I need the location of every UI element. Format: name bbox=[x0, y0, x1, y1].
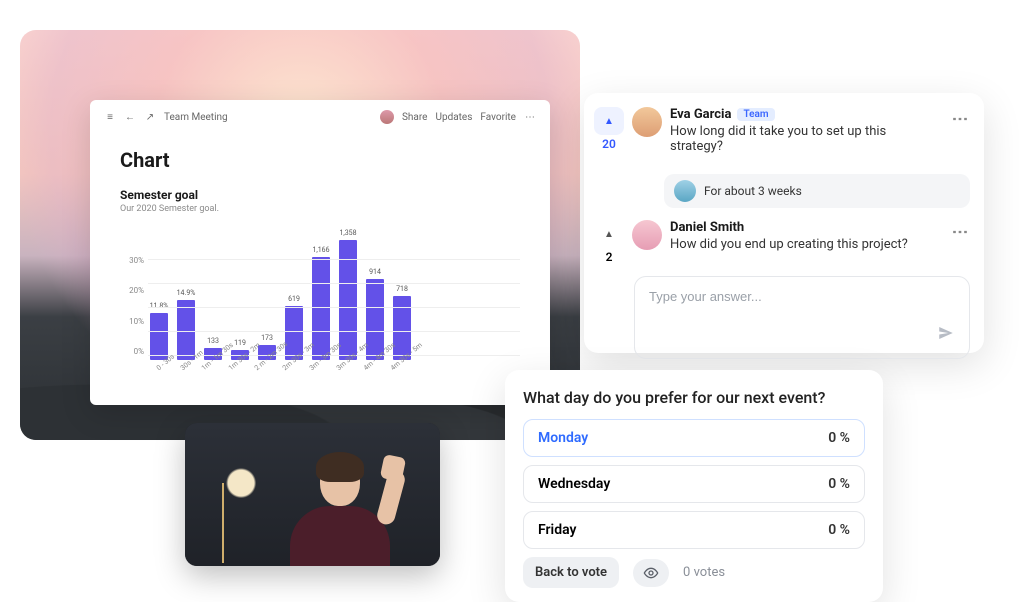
asker-tag: Team bbox=[737, 108, 774, 121]
y-axis: 30% 20% 10% 0% bbox=[120, 256, 148, 376]
bar: 14.9%30s - 1m bbox=[175, 289, 197, 376]
expand-icon[interactable]: ↗ bbox=[144, 112, 156, 123]
view-results-button[interactable] bbox=[633, 559, 669, 587]
bar-rect bbox=[339, 240, 357, 360]
lamp-icon bbox=[222, 483, 224, 563]
bar-value-label: 1,166 bbox=[312, 246, 329, 256]
avatar[interactable] bbox=[632, 107, 662, 137]
breadcrumb[interactable]: Team Meeting bbox=[164, 112, 228, 123]
poll-option-pct: 0 % bbox=[828, 430, 850, 446]
qa-panel: ▲ 20 Eva Garcia Team How long did it tak… bbox=[584, 93, 984, 353]
question-more-icon[interactable]: ⋮ bbox=[945, 220, 970, 264]
poll-option-pct: 0 % bbox=[828, 522, 850, 538]
menu-icon[interactable]: ≡ bbox=[104, 112, 116, 123]
bar-rect bbox=[312, 257, 330, 360]
bar-rect bbox=[177, 300, 195, 360]
bar-chart: 30% 20% 10% 0% 11.8%0 - 30s14.9%30s - 1m 133… bbox=[120, 226, 520, 376]
votes-count: 0 votes bbox=[683, 565, 725, 580]
user-avatar[interactable] bbox=[380, 110, 394, 124]
poll-option-pct: 0 % bbox=[828, 476, 850, 492]
poll-panel: What day do you prefer for our next even… bbox=[505, 370, 883, 602]
bar: 7184m 30s - 5m bbox=[391, 285, 413, 376]
bar-value-label: 14.9% bbox=[177, 289, 196, 299]
asker-name: Eva Garcia bbox=[670, 107, 731, 122]
bar-value-label: 173 bbox=[261, 334, 273, 344]
question-item: ▲ 2 Daniel Smith How did you end up crea… bbox=[594, 220, 970, 264]
bar-value-label: 718 bbox=[396, 285, 408, 295]
presenter bbox=[280, 446, 400, 566]
y-tick: 20% bbox=[129, 286, 144, 295]
send-icon[interactable] bbox=[937, 324, 955, 346]
bar: 1732 m - 2m 30s bbox=[256, 334, 278, 376]
avatar[interactable] bbox=[632, 220, 662, 250]
question-more-icon[interactable]: ⋮ bbox=[945, 107, 970, 154]
asker-name: Daniel Smith bbox=[670, 220, 744, 235]
answer-box bbox=[634, 276, 970, 359]
reply-item: For about 3 weeks bbox=[664, 174, 970, 208]
bar-value-label: 11.8% bbox=[150, 302, 169, 312]
share-button[interactable]: Share bbox=[402, 112, 427, 123]
vote-count: 2 bbox=[606, 250, 613, 264]
chart-title: Semester goal bbox=[120, 188, 520, 202]
reply-text: For about 3 weeks bbox=[704, 184, 802, 198]
chart-subtitle: Our 2020 Semester goal. bbox=[120, 204, 520, 214]
y-tick: 30% bbox=[129, 256, 144, 265]
updates-button[interactable]: Updates bbox=[435, 112, 472, 123]
bar-value-label: 119 bbox=[234, 339, 246, 349]
poll-option[interactable]: Wednesday 0 % bbox=[523, 465, 865, 503]
question-text: How long did it take you to set up this … bbox=[670, 124, 937, 154]
bar-value-label: 914 bbox=[369, 268, 381, 278]
favorite-button[interactable]: Favorite bbox=[480, 112, 516, 123]
back-icon[interactable]: ← bbox=[124, 112, 136, 123]
vote-count: 20 bbox=[602, 137, 616, 151]
bar-rect bbox=[150, 313, 168, 360]
back-to-vote-button[interactable]: Back to vote bbox=[523, 557, 619, 588]
poll-option[interactable]: Friday 0 % bbox=[523, 511, 865, 549]
bar-value-label: 1,358 bbox=[339, 229, 356, 239]
poll-option-label: Friday bbox=[538, 522, 576, 538]
upvote-button[interactable]: ▲ bbox=[594, 107, 624, 135]
avatar[interactable] bbox=[674, 180, 696, 202]
y-tick: 10% bbox=[129, 317, 144, 326]
upvote-button[interactable]: ▲ bbox=[594, 220, 624, 248]
bar: 1,1663m - 3m 30s bbox=[310, 246, 332, 376]
video-thumbnail[interactable] bbox=[185, 423, 440, 566]
question-item: ▲ 20 Eva Garcia Team How long did it tak… bbox=[594, 107, 970, 154]
more-icon[interactable]: ⋯ bbox=[524, 112, 536, 123]
document-card: ≡ ← ↗ Team Meeting Share Updates Favorit… bbox=[90, 100, 550, 405]
chart-plot: 11.8%0 - 30s14.9%30s - 1m1331m - 1m 30s1… bbox=[148, 236, 520, 376]
bar: 6192m 30s - 3m bbox=[283, 295, 305, 376]
poll-option-label: Wednesday bbox=[538, 476, 610, 492]
poll-option-label: Monday bbox=[538, 430, 588, 446]
page-title: Chart bbox=[120, 148, 520, 172]
bar-value-label: 619 bbox=[288, 295, 300, 305]
y-tick: 0% bbox=[134, 347, 144, 356]
bar-value-label: 133 bbox=[207, 337, 219, 347]
answer-input[interactable] bbox=[649, 289, 955, 304]
bar: 9144m - 4m 30s bbox=[364, 268, 386, 376]
question-text: How did you end up creating this project… bbox=[670, 237, 937, 252]
doc-toolbar: ≡ ← ↗ Team Meeting Share Updates Favorit… bbox=[90, 100, 550, 128]
bar: 11.8%0 - 30s bbox=[148, 302, 170, 376]
poll-question: What day do you prefer for our next even… bbox=[523, 388, 865, 407]
poll-option[interactable]: Monday 0 % bbox=[523, 419, 865, 457]
